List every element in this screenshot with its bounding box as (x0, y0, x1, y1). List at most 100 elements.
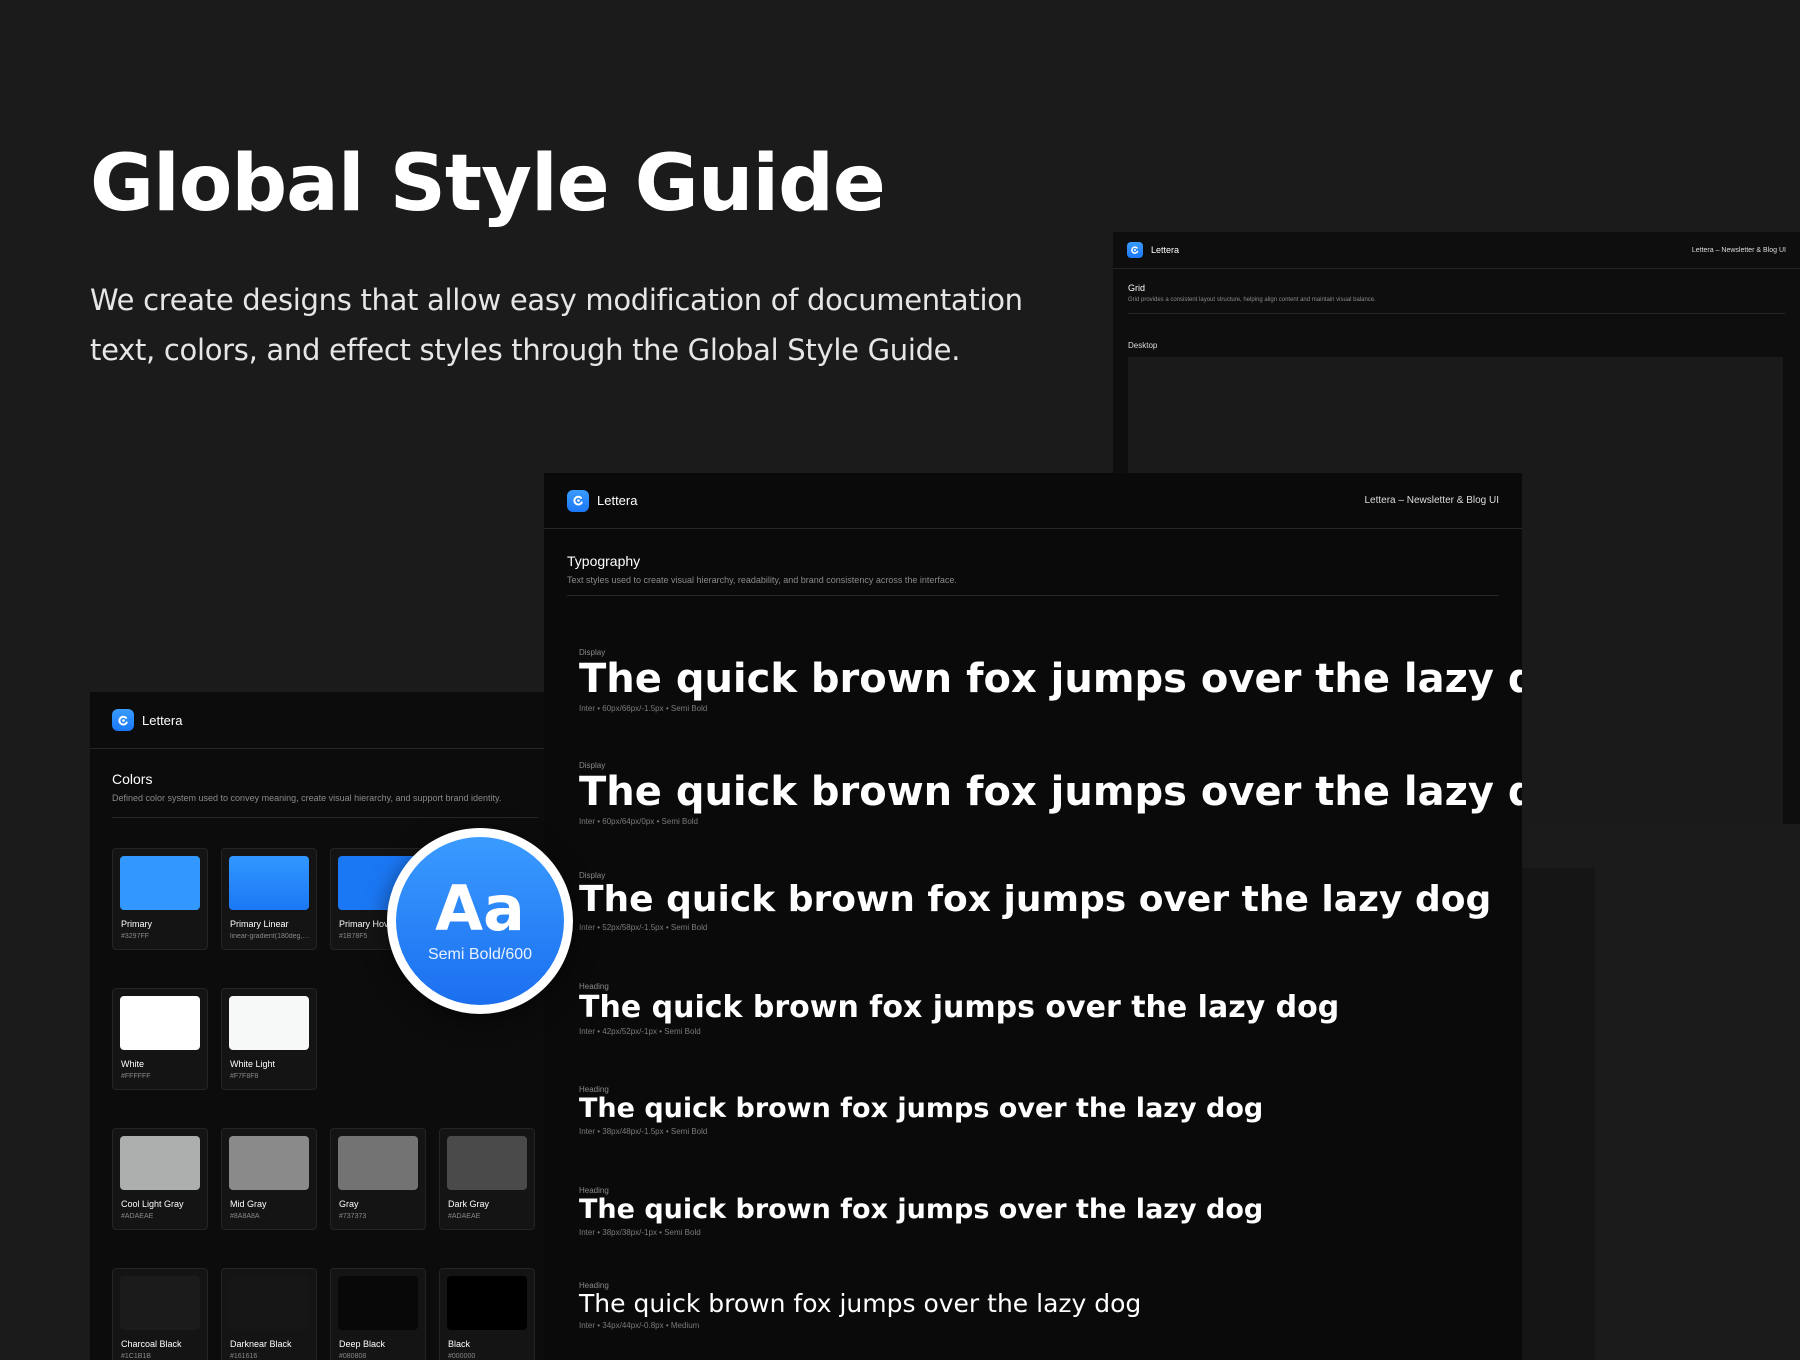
specimen-sample: The quick brown fox jumps over the lazy … (579, 1289, 1142, 1318)
desktop-label: Desktop (1128, 341, 1158, 350)
color-swatch-darknear-black[interactable]: Darknear Black #161616 (221, 1268, 317, 1360)
swatch-value: #000000 (448, 1353, 476, 1360)
specimen-sample: The quick brown fox jumps over the lazy … (579, 879, 1492, 920)
header-title: Lettera – Newsletter & Blog UI (1364, 495, 1499, 506)
type-specimen-display-2: Display The quick brown fox jumps over t… (579, 761, 1522, 826)
page-title: Global Style Guide (90, 139, 886, 229)
swatch-color (120, 996, 200, 1050)
header-title: Lettera – Newsletter & Blog UI (1691, 246, 1786, 254)
color-swatch-mid-gray[interactable]: Mid Gray #8A8A8A (221, 1128, 317, 1230)
colors-panel: Lettera Colors Defined color system used… (90, 692, 560, 1360)
swatch-name: White Light (230, 1059, 276, 1069)
swatch-value: #3297FF (121, 933, 150, 940)
type-specimen-heading-4: Heading The quick brown fox jumps over t… (579, 1281, 1141, 1330)
panel-header: Lettera Lettera – Newsletter & Blog UI (544, 473, 1522, 529)
swatch-name: Cool Light Gray (121, 1199, 184, 1209)
swatch-value: #FFFFFF (121, 1073, 151, 1080)
swatch-color (120, 1276, 200, 1330)
specimen-meta: Inter • 52px/58px/-1.5px • Semi Bold (579, 922, 708, 932)
swatch-name: Charcoal Black (121, 1339, 182, 1349)
panel-header: Lettera Lettera – Newsletter & Blog UI (1113, 232, 1800, 269)
section-subtitle: Text styles used to create visual hierar… (567, 575, 957, 585)
swatch-value: #737373 (339, 1213, 367, 1220)
swatch-name: White (121, 1059, 145, 1069)
color-swatch-white-light[interactable]: White Light #F7F8F8 (221, 988, 317, 1090)
brand-name: Lettera (597, 493, 638, 508)
specimen-sample: The quick brown fox jumps over the lazy … (579, 990, 1340, 1025)
brand[interactable]: Lettera (567, 489, 638, 512)
color-swatch-black[interactable]: Black #000000 (439, 1268, 535, 1360)
specimen-meta: Inter • 60px/64px/0px • Semi Bold (579, 817, 698, 826)
type-specimen-heading-3: Heading The quick brown fox jumps over t… (579, 1186, 1263, 1237)
swatch-color (120, 1136, 200, 1190)
section-title: Typography (567, 553, 641, 569)
swatch-name: Deep Black (339, 1339, 386, 1349)
color-swatch-dark-gray[interactable]: Dark Gray #ADAEAE (439, 1128, 535, 1230)
color-swatch-white[interactable]: White #FFFFFF (112, 988, 208, 1090)
swatch-color (120, 856, 200, 910)
specimen-meta: Inter • 38px/48px/-1.5px • Semi Bold (579, 1126, 708, 1136)
swatch-value: #ADAEAE (448, 1213, 481, 1220)
color-swatch-cool-light-gray[interactable]: Cool Light Gray #ADAEAE (112, 1128, 208, 1230)
section-title: Colors (112, 771, 153, 787)
specimen-sample: The quick brown fox jumps over the lazy … (579, 769, 1522, 815)
swatch-name: Black (448, 1339, 471, 1349)
section-subtitle: Grid provides a consistent layout struct… (1128, 297, 1376, 303)
swatch-value: #1C1B1B (121, 1353, 151, 1360)
badge-inner: Aa Semi Bold/600 (396, 837, 564, 1005)
specimen-meta: Inter • 60px/66px/-1.5px • Semi Bold (579, 704, 708, 713)
swatch-name: Darknear Black (230, 1339, 292, 1349)
swatch-name: Dark Gray (448, 1199, 490, 1209)
type-specimen-display-3: Display The quick brown fox jumps over t… (579, 871, 1491, 932)
swatch-color (229, 1136, 309, 1190)
type-specimen-display-1: Display The quick brown fox jumps over t… (579, 648, 1522, 713)
section-title: Grid (1128, 283, 1146, 293)
specimen-sample: The quick brown fox jumps over the lazy … (579, 656, 1522, 702)
specimen-sample: The quick brown fox jumps over the lazy … (579, 1194, 1264, 1225)
color-swatch-gray[interactable]: Gray #737373 (330, 1128, 426, 1230)
section-subtitle: Defined color system used to convey mean… (112, 793, 502, 803)
swatch-color (447, 1276, 527, 1330)
swatch-value: #F7F8F8 (230, 1073, 259, 1080)
swatch-value: #8A8A8A (230, 1213, 260, 1220)
badge-glyph: Aa (435, 872, 525, 945)
swatch-value: #ADAEAE (121, 1213, 154, 1220)
color-swatch-primary-linear[interactable]: Primary Linear linear-gradient(180deg, #… (221, 848, 317, 950)
swatch-color (229, 1276, 309, 1330)
divider (112, 817, 538, 818)
color-swatch-charcoal-black[interactable]: Charcoal Black #1C1B1B (112, 1268, 208, 1360)
specimen-meta: Inter • 42px/52px/-1px • Semi Bold (579, 1027, 701, 1036)
specimen-meta: Inter • 34px/44px/-0.8px • Medium (579, 1320, 700, 1330)
brand-name: Lettera (142, 712, 183, 728)
swatch-color (229, 996, 309, 1050)
swatch-value: #161616 (230, 1353, 258, 1360)
lettera-logo-icon (112, 709, 134, 731)
font-weight-badge: Aa Semi Bold/600 (387, 828, 573, 1014)
panel-header: Lettera (90, 692, 560, 749)
specimen-sample: The quick brown fox jumps over the lazy … (579, 1093, 1264, 1124)
swatch-name: Gray (339, 1199, 359, 1209)
swatch-color (229, 856, 309, 910)
swatch-name: Primary Linear (230, 919, 289, 929)
color-swatch-primary[interactable]: Primary #3297FF (112, 848, 208, 950)
lettera-logo-icon (1127, 242, 1143, 258)
specimen-meta: Inter • 38px/38px/-1px • Semi Bold (579, 1227, 701, 1237)
typography-panel: Lettera Lettera – Newsletter & Blog UI T… (544, 473, 1522, 1360)
color-swatch-deep-black[interactable]: Deep Black #080808 (330, 1268, 426, 1360)
type-specimen-heading-2: Heading The quick brown fox jumps over t… (579, 1085, 1263, 1136)
swatch-color (447, 1136, 527, 1190)
swatch-name: Primary (121, 919, 152, 929)
brand[interactable]: Lettera (112, 709, 182, 731)
swatch-color (338, 1136, 418, 1190)
brand[interactable]: Lettera (1127, 242, 1179, 258)
swatch-value: #080808 (339, 1353, 367, 1360)
badge-weight-label: Semi Bold/600 (427, 946, 533, 963)
swatch-value: linear-gradient(180deg, #3297FF, #1B78F5… (230, 933, 310, 940)
type-specimen-heading-1: Heading The quick brown fox jumps over t… (579, 982, 1339, 1036)
brand-name: Lettera (1151, 245, 1180, 255)
page-description: We create designs that allow easy modifi… (90, 283, 1023, 367)
divider (567, 595, 1499, 596)
swatch-color (338, 1276, 418, 1330)
lettera-logo-icon (567, 489, 589, 512)
swatch-name: Mid Gray (230, 1199, 267, 1209)
